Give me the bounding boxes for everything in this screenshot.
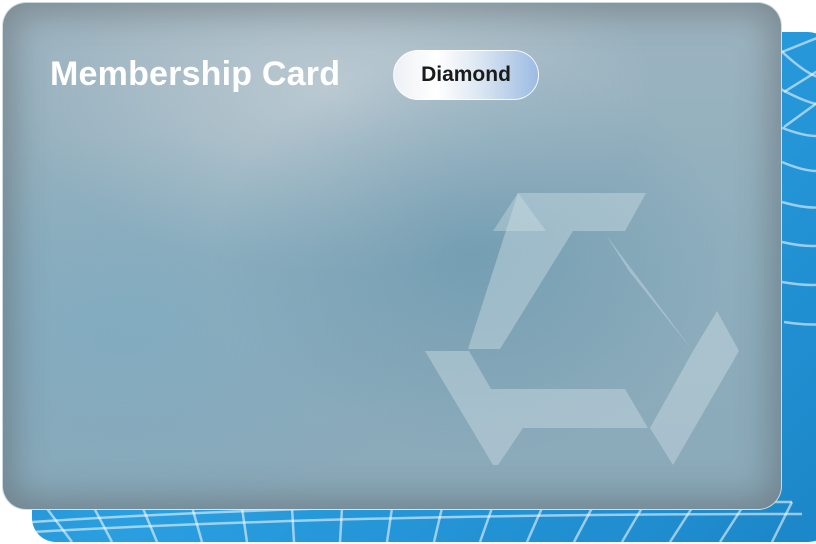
membership-card[interactable]: Membership Card Diamond [2, 2, 782, 510]
membership-card-stage: Membership Card Diamond [0, 0, 816, 544]
triangle-logo-icon [425, 193, 739, 465]
